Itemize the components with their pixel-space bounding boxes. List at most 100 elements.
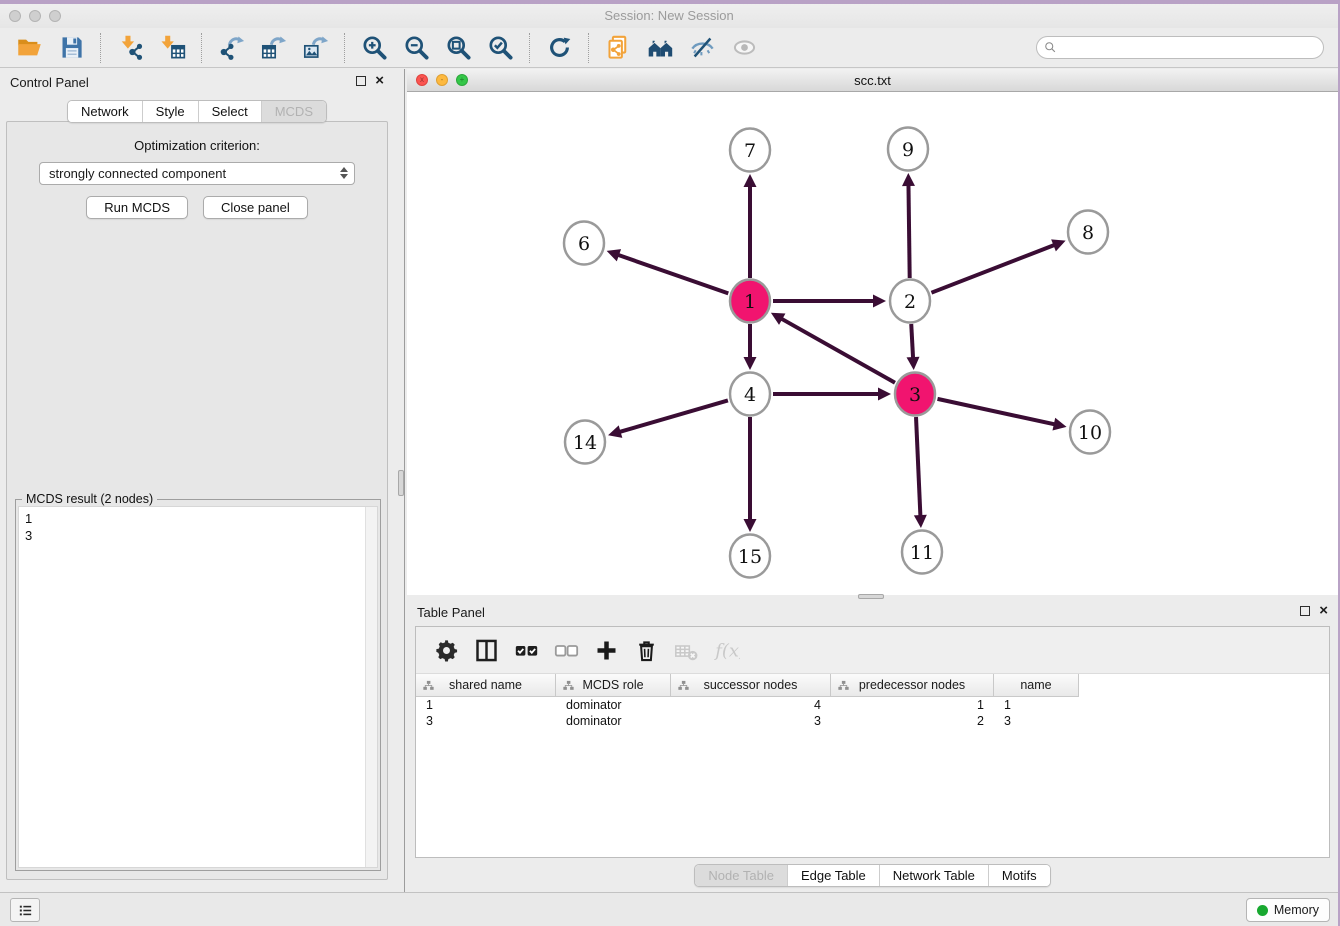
- zoom-selected-icon[interactable]: [483, 32, 517, 64]
- graph-node-label: 2: [904, 291, 916, 313]
- status-bar: Memory: [0, 892, 1338, 926]
- column-header-name[interactable]: name: [994, 674, 1079, 697]
- clone-network-icon[interactable]: [601, 32, 635, 64]
- column-header-shared-name[interactable]: shared name: [416, 674, 556, 697]
- graph-node-label: 15: [738, 546, 762, 568]
- task-history-button[interactable]: [10, 898, 40, 922]
- graph-edge-arrowhead: [914, 515, 927, 528]
- export-table-icon[interactable]: [256, 32, 290, 64]
- network-canvas[interactable]: 7968124314101511: [407, 92, 1338, 595]
- tab-motifs[interactable]: Motifs: [989, 865, 1050, 886]
- graph-edge[interactable]: [619, 400, 728, 432]
- criterion-select[interactable]: strongly connected component: [39, 162, 355, 185]
- save-icon[interactable]: [54, 32, 88, 64]
- criterion-value: strongly connected component: [49, 166, 226, 181]
- close-table-panel-icon[interactable]: ×: [1319, 605, 1328, 617]
- gear-icon[interactable]: [429, 634, 463, 666]
- hide-selected-icon[interactable]: [685, 32, 719, 64]
- network-window-title: scc.txt: [407, 73, 1338, 88]
- graph-edge[interactable]: [911, 324, 913, 359]
- graph-edge-arrowhead: [744, 174, 757, 187]
- export-network-icon[interactable]: [214, 32, 248, 64]
- add-row-icon[interactable]: [589, 634, 623, 666]
- graph-node-label: 14: [573, 432, 597, 454]
- network-window-titlebar[interactable]: x - + scc.txt: [407, 69, 1338, 92]
- function-builder-icon: [709, 634, 743, 666]
- table-cell[interactable]: 1: [416, 697, 556, 713]
- run-mcds-button[interactable]: Run MCDS: [86, 196, 188, 219]
- close-panel-icon[interactable]: ×: [375, 75, 384, 87]
- deselect-all-icon[interactable]: [549, 634, 583, 666]
- tab-node-table[interactable]: Node Table: [695, 865, 788, 886]
- zoom-out-icon[interactable]: [399, 32, 433, 64]
- table-cell[interactable]: 3: [994, 713, 1079, 729]
- table-cell[interactable]: 3: [416, 713, 556, 729]
- graph-edge-arrowhead: [902, 173, 915, 186]
- import-table-icon[interactable]: [155, 32, 189, 64]
- table-cell[interactable]: 3: [671, 713, 831, 729]
- zoom-fit-icon[interactable]: [441, 32, 475, 64]
- node-table-container: shared name MCDS role successor nodes prede…: [415, 626, 1330, 858]
- refresh-icon[interactable]: [542, 32, 576, 64]
- zoom-in-icon[interactable]: [357, 32, 391, 64]
- export-image-icon[interactable]: [298, 32, 332, 64]
- table-row[interactable]: 1dominator411: [416, 697, 1329, 713]
- float-panel-icon[interactable]: [356, 76, 366, 86]
- import-network-icon[interactable]: [113, 32, 147, 64]
- toolbar-separator: [344, 33, 345, 63]
- table-cell[interactable]: dominator: [556, 697, 671, 713]
- column-header-predecessor-nodes[interactable]: predecessor nodes: [831, 674, 994, 697]
- graph-edge[interactable]: [908, 184, 909, 278]
- graph-edge-arrowhead: [878, 388, 891, 401]
- column-header-successor-nodes[interactable]: successor nodes: [671, 674, 831, 697]
- table-cell[interactable]: 1: [831, 697, 994, 713]
- column-header-MCDS-role[interactable]: MCDS role: [556, 674, 671, 697]
- tab-network[interactable]: Network: [68, 101, 143, 122]
- graph-edge[interactable]: [617, 255, 728, 294]
- graph-edge[interactable]: [937, 399, 1055, 425]
- vertical-split-divider[interactable]: [404, 69, 405, 892]
- table-cell[interactable]: 4: [671, 697, 831, 713]
- graph-edge-arrowhead: [607, 249, 621, 261]
- table-panel-title: Table Panel: [417, 605, 485, 620]
- tab-network-table[interactable]: Network Table: [880, 865, 989, 886]
- graph-edge[interactable]: [780, 318, 894, 383]
- graph-node-label: 9: [902, 139, 914, 161]
- graph-edge-arrowhead: [744, 519, 757, 532]
- table-row[interactable]: 3dominator323: [416, 713, 1329, 729]
- column-label: successor nodes: [704, 678, 798, 692]
- table-cell[interactable]: dominator: [556, 713, 671, 729]
- column-label: name: [1020, 678, 1051, 692]
- tab-mcds[interactable]: MCDS: [262, 101, 326, 122]
- search-input[interactable]: [1058, 39, 1323, 57]
- sort-hierarchy-icon: [422, 679, 435, 692]
- float-table-panel-icon[interactable]: [1300, 606, 1310, 616]
- close-panel-button[interactable]: Close panel: [203, 196, 308, 219]
- mcds-result-group: MCDS result (2 nodes) 13: [15, 499, 381, 871]
- table-cell[interactable]: 1: [994, 697, 1079, 713]
- tab-edge-table[interactable]: Edge Table: [788, 865, 880, 886]
- list-icon: [17, 902, 34, 919]
- tab-style[interactable]: Style: [143, 101, 199, 122]
- sort-hierarchy-icon: [837, 679, 850, 692]
- open-icon[interactable]: [12, 32, 46, 64]
- vertical-split-grip[interactable]: [398, 470, 404, 496]
- column-label: MCDS role: [582, 678, 643, 692]
- graph-edge-arrowhead: [907, 357, 920, 370]
- show-hidden-icon: [727, 32, 761, 64]
- result-scrollbar[interactable]: [365, 507, 377, 867]
- delete-row-icon[interactable]: [629, 634, 663, 666]
- graph-edge[interactable]: [931, 245, 1055, 293]
- mcds-result-line: 1: [25, 510, 371, 527]
- graph-node-label: 3: [909, 384, 921, 406]
- table-cell[interactable]: 2: [831, 713, 994, 729]
- select-all-icon[interactable]: [509, 634, 543, 666]
- graph-edge[interactable]: [916, 417, 920, 517]
- tab-select[interactable]: Select: [199, 101, 262, 122]
- first-neighbors-icon[interactable]: [643, 32, 677, 64]
- application-window: Session: New Session Control Panel × Net…: [0, 0, 1340, 926]
- split-view-icon[interactable]: [469, 634, 503, 666]
- memory-button[interactable]: Memory: [1246, 898, 1330, 922]
- mcds-result-area[interactable]: 13: [18, 506, 378, 868]
- search-box[interactable]: [1036, 36, 1324, 59]
